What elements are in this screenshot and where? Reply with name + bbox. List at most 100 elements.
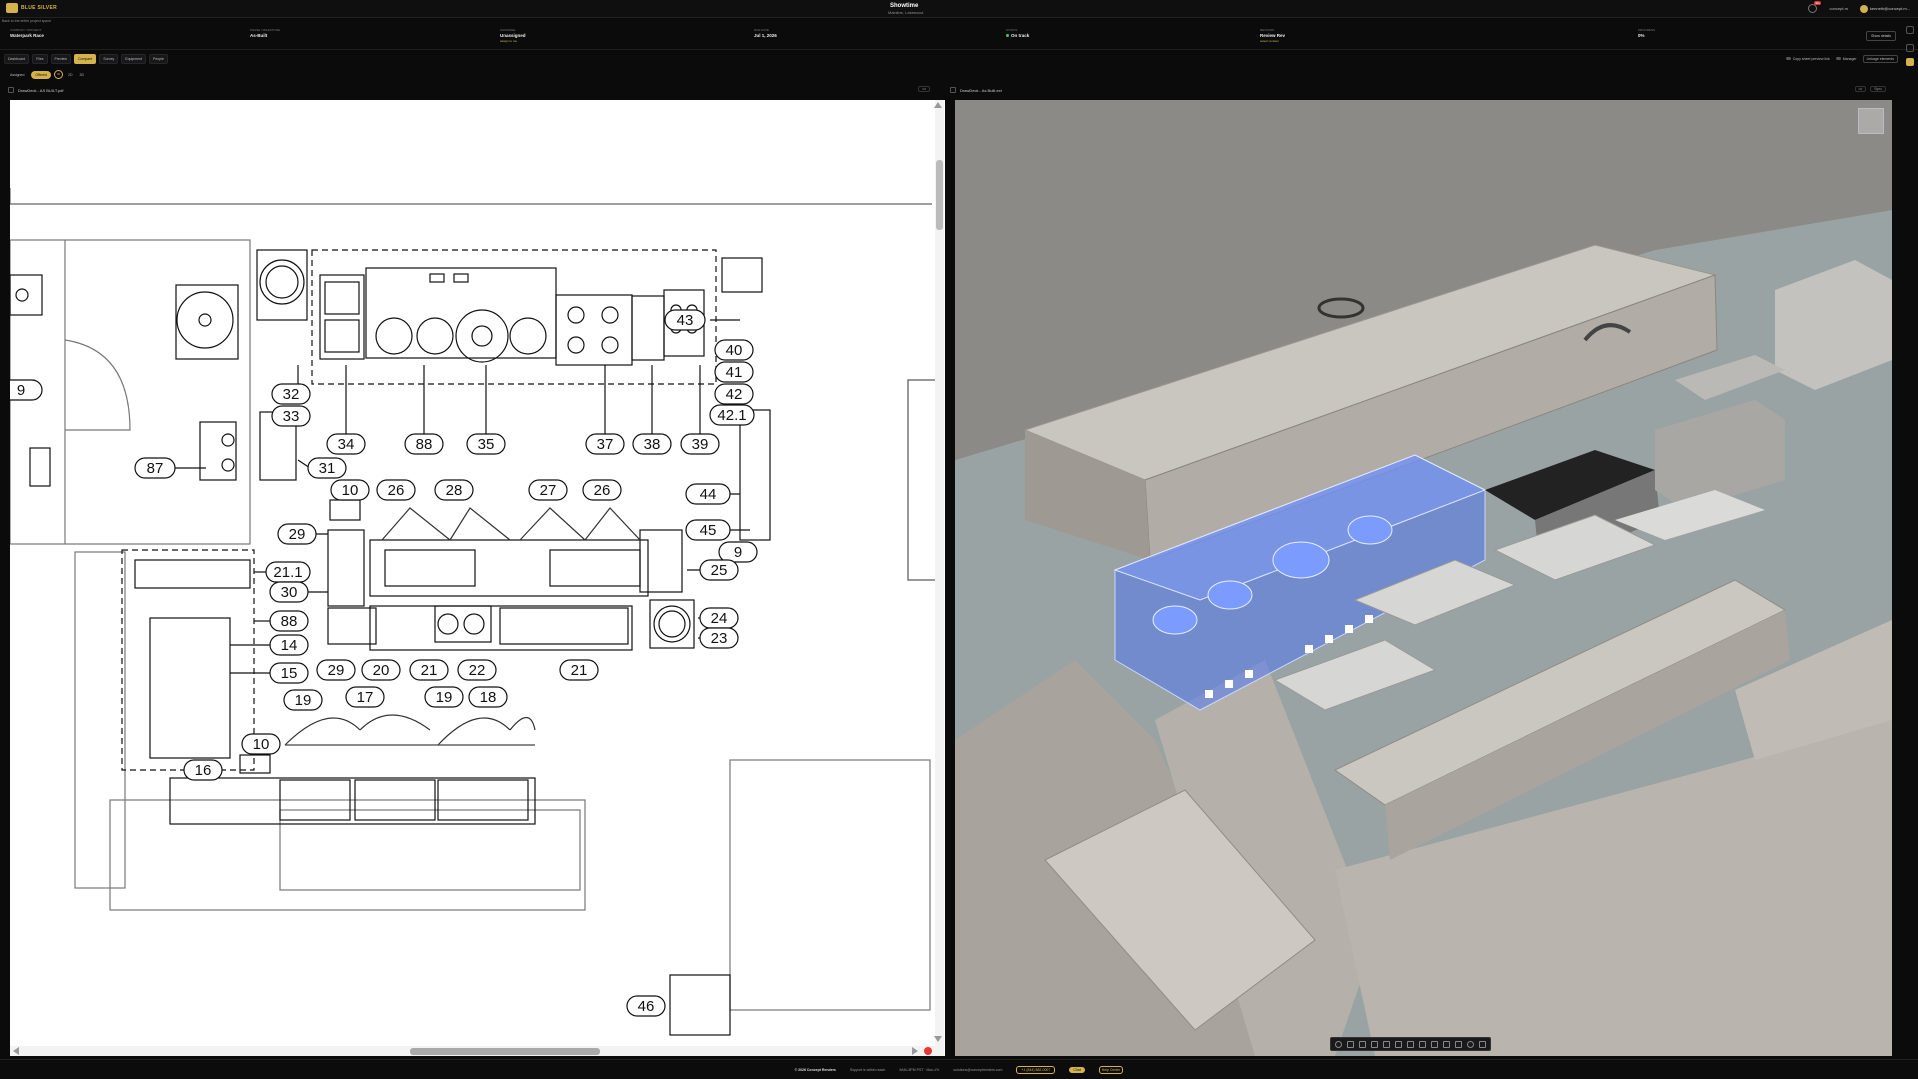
sync-button[interactable]: Sync (1870, 86, 1886, 92)
tab-compare[interactable]: Compare (73, 54, 97, 64)
callout-10[interactable]: 10 (342, 482, 359, 499)
section-icon[interactable] (1407, 1040, 1414, 1048)
properties-icon[interactable] (1443, 1040, 1450, 1048)
subtab-assigned[interactable]: Assigned (6, 71, 28, 79)
subtab-offered[interactable]: Offered (31, 70, 52, 79)
measure-icon[interactable] (1395, 1040, 1402, 1048)
callout-88[interactable]: 88 (416, 436, 433, 453)
callout-22[interactable]: 22 (469, 662, 486, 679)
tab-people[interactable]: People (149, 54, 168, 64)
tab-dashboard[interactable]: Dashboard (4, 54, 30, 64)
layers-icon[interactable] (1455, 1040, 1462, 1048)
zoom-icon[interactable] (1359, 1040, 1366, 1048)
callout-9[interactable]: 9 (17, 382, 25, 399)
callout-23[interactable]: 23 (711, 630, 728, 647)
id-toggle[interactable]: ID (54, 70, 64, 79)
scroll-down-icon[interactable] (934, 1036, 942, 1042)
comment-icon[interactable] (1906, 44, 1914, 52)
callout-18[interactable]: 18 (480, 689, 497, 706)
info-revision[interactable]: Revision Review Rev select revision (1260, 28, 1285, 43)
back-link[interactable]: Back to the entire project space (2, 19, 51, 23)
left-panel-menu-button[interactable]: ••• (918, 86, 930, 92)
pdf-viewer[interactable]: 43 40 41 42 42.1 9 32 33 34 88 35 37 38 … (10, 100, 945, 1056)
callout-24[interactable]: 24 (711, 610, 728, 627)
scroll-thumb[interactable] (410, 1048, 600, 1055)
callout-44[interactable]: 44 (700, 486, 717, 503)
callout-20[interactable]: 20 (373, 662, 390, 679)
callout-9b[interactable]: 9 (734, 544, 742, 561)
view-2d-button[interactable]: 2D (66, 73, 74, 77)
callout-15[interactable]: 15 (281, 665, 298, 682)
view-3d-button[interactable]: 3D (78, 73, 86, 77)
callout-34[interactable]: 34 (338, 436, 355, 453)
tab-survey[interactable]: Survey (99, 54, 119, 64)
orbit-icon[interactable] (1335, 1040, 1342, 1048)
info-status[interactable]: Status On track (1006, 28, 1029, 38)
select-revision-link[interactable]: select revision (1260, 39, 1285, 43)
callout-35[interactable]: 35 (478, 436, 495, 453)
info-phase[interactable]: Phase / Milestone As-Built (250, 28, 280, 38)
app-logo[interactable]: BLUE SILVER (6, 3, 57, 13)
callout-21b[interactable]: 21 (571, 662, 588, 679)
callout-37[interactable]: 37 (597, 436, 614, 453)
callout-21-1[interactable]: 21.1 (273, 564, 302, 581)
callout-41[interactable]: 41 (726, 364, 743, 381)
scroll-up-icon[interactable] (934, 102, 942, 108)
pan-icon[interactable] (1347, 1040, 1354, 1048)
callout-16[interactable]: 16 (195, 762, 212, 779)
callout-88b[interactable]: 88 (281, 613, 298, 630)
nav-cube-icon[interactable] (1858, 108, 1884, 134)
scroll-thumb[interactable] (936, 160, 943, 230)
callout-28[interactable]: 28 (446, 482, 463, 499)
info-assignee[interactable]: Assignee Unassigned assign to me (500, 28, 526, 43)
floor-plan-drawing[interactable]: 43 40 41 42 42.1 9 32 33 34 88 35 37 38 … (10, 100, 936, 1046)
callout-42-1[interactable]: 42.1 (717, 407, 746, 424)
user-menu[interactable]: kenneth@concept.m... (1859, 4, 1910, 13)
callout-19b[interactable]: 19 (436, 689, 453, 706)
callout-33[interactable]: 33 (283, 408, 300, 425)
tab-preview[interactable]: Preview (50, 54, 71, 64)
manager-toggle[interactable]: Manager (1835, 57, 1857, 61)
vertical-scrollbar[interactable] (934, 100, 944, 1056)
show-details-button[interactable]: Show details (1866, 31, 1896, 41)
tab-equipment[interactable]: Equipment (121, 54, 147, 64)
tab-files[interactable]: Files (32, 54, 48, 64)
callout-26[interactable]: 26 (388, 482, 405, 499)
footer-phone[interactable]: +1 (844) 882-0007 (1016, 1065, 1056, 1074)
callout-14[interactable]: 14 (281, 637, 298, 654)
callout-27[interactable]: 27 (540, 482, 557, 499)
user-short-name[interactable]: concept.m (1829, 6, 1847, 11)
callout-46[interactable]: 46 (638, 998, 655, 1015)
footer-email[interactable]: solutions@conceptrenders.com (953, 1068, 1002, 1072)
linkage-elements-button[interactable]: Linkage elements (1862, 55, 1898, 63)
chat-button[interactable]: Chat (1069, 1066, 1085, 1073)
highlight-icon[interactable] (1906, 58, 1914, 66)
callout-40[interactable]: 40 (726, 342, 743, 359)
callout-42[interactable]: 42 (726, 386, 743, 403)
scroll-right-icon[interactable] (912, 1047, 918, 1055)
callout-26b[interactable]: 26 (594, 482, 611, 499)
horizontal-scrollbar[interactable] (10, 1046, 936, 1056)
callout-38[interactable]: 38 (644, 436, 661, 453)
callout-21[interactable]: 21 (421, 662, 438, 679)
info-due-date[interactable]: Due Date Jul 1, 2026 (754, 28, 777, 38)
settings-icon[interactable] (1467, 1040, 1474, 1048)
kitchen-3d-model[interactable] (955, 100, 1892, 1056)
assign-to-me-link[interactable]: assign to me (500, 39, 526, 43)
callout-19[interactable]: 19 (295, 692, 312, 709)
fullscreen-icon[interactable] (1479, 1040, 1486, 1048)
right-panel-menu-button[interactable]: ••• (1854, 86, 1867, 92)
model-viewer[interactable] (955, 100, 1892, 1056)
callout-87[interactable]: 87 (147, 460, 164, 477)
callout-17[interactable]: 17 (357, 689, 374, 706)
record-icon[interactable] (924, 1047, 932, 1055)
callout-32[interactable]: 32 (283, 386, 300, 403)
help-center-button[interactable]: Help Center (1098, 1065, 1124, 1074)
copy-link-toggle[interactable]: Copy sheet preview link (1785, 57, 1830, 61)
bell-icon[interactable]: 99+ (1808, 1, 1822, 13)
callout-29b[interactable]: 29 (328, 662, 345, 679)
walk-icon[interactable] (1371, 1040, 1378, 1048)
callout-29[interactable]: 29 (289, 526, 306, 543)
scroll-left-icon[interactable] (13, 1047, 19, 1055)
callout-25[interactable]: 25 (711, 562, 728, 579)
